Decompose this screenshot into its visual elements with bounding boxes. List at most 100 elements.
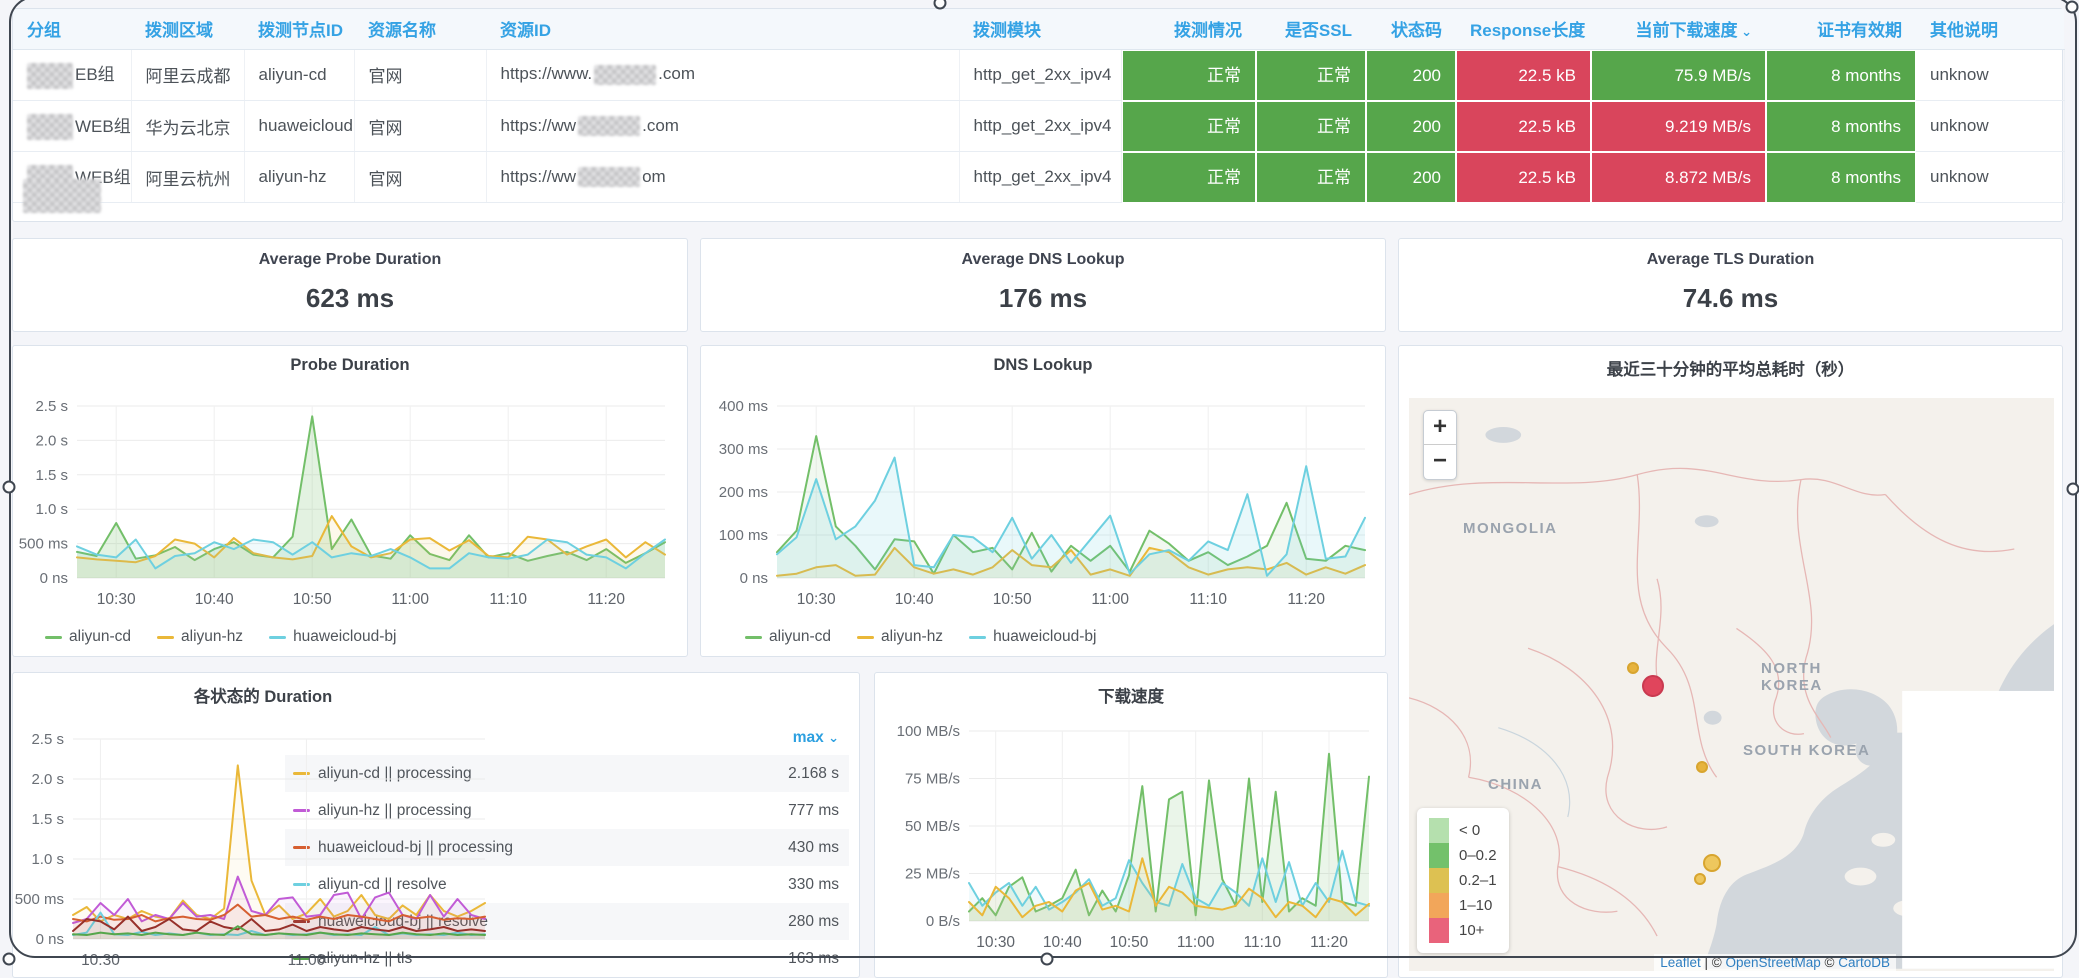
stat-panel-dns-lookup: Average DNS Lookup 176 ms [700, 238, 1386, 332]
map-probe-marker[interactable] [1642, 675, 1664, 697]
legend-bin-label: 1–10 [1459, 893, 1497, 918]
grafana-dashboard: 分组拨测区域拨测节点ID资源名称资源ID拨测模块拨测情况是否SSL状态码Resp… [0, 0, 2079, 978]
legend-color-dash-icon [157, 636, 174, 639]
y-axis-tick: 1.0 s [35, 501, 68, 518]
x-axis-tick: 10:30 [797, 591, 836, 608]
cell-module: http_get_2xx_ipv4 [959, 101, 1121, 152]
attribution-link[interactable]: CartoDB [1838, 955, 1890, 970]
x-axis-tick: 10:50 [1110, 934, 1149, 951]
legend-label: huaweicloud-bj [293, 628, 396, 646]
y-axis-tick: 75 MB/s [905, 771, 960, 788]
panel-title[interactable]: 最近三十分钟的平均总耗时（秒） [1399, 356, 2062, 380]
column-header-note[interactable]: 其他说明 [1916, 9, 2064, 49]
x-axis-tick: 10:30 [81, 952, 120, 969]
column-header-region[interactable]: 拨测区域 [131, 9, 244, 49]
attribution-link[interactable]: Leaflet [1660, 955, 1701, 970]
stat-title: Average DNS Lookup [701, 239, 1385, 269]
x-axis-tick: 11:10 [1189, 591, 1227, 608]
cell-module: http_get_2xx_ipv4 [959, 49, 1121, 101]
y-axis-tick: 1.0 s [31, 851, 64, 868]
x-axis-tick: 10:40 [195, 591, 234, 608]
y-axis-tick: 100 MB/s [897, 723, 960, 740]
cell-group: WEB组 [13, 101, 131, 152]
annotation-handle-left[interactable] [3, 481, 16, 494]
column-header-group[interactable]: 分组 [13, 9, 131, 49]
cell-probe_status: 正常 [1121, 49, 1256, 101]
x-axis-tick: 10:50 [293, 591, 332, 608]
leaflet-map[interactable]: MONGOLIACHINANORTH KOREASOUTH KOREA + − … [1409, 398, 2054, 971]
map-place-label: SOUTH KOREA [1743, 742, 1870, 759]
cell-module: http_get_2xx_ipv4 [959, 152, 1121, 203]
column-header-cert_validity[interactable]: 证书有效期 [1766, 9, 1916, 49]
column-header-probe_status[interactable]: 拨测情况 [1121, 9, 1256, 49]
probe_duration-chart[interactable]: 0 ns500 ms1.0 s1.5 s2.0 s2.5 s10:3010:40… [13, 346, 687, 656]
download-speed-chart-panel: 下载速度 0 B/s25 MB/s50 MB/s75 MB/s100 MB/s1… [874, 672, 1388, 978]
x-axis-tick: 10:30 [97, 591, 136, 608]
column-header-download_speed[interactable]: 当前下载速度 ⌄ [1591, 9, 1766, 49]
legend-swatch [1429, 843, 1449, 868]
column-header-status_code[interactable]: 状态码 [1366, 9, 1456, 49]
x-axis-tick: 11:10 [489, 591, 527, 608]
cell-group: EB组 [13, 49, 131, 101]
redacted-text [27, 114, 73, 140]
column-header-ssl_status[interactable]: 是否SSL [1256, 9, 1366, 49]
download_speed-chart[interactable]: 0 B/s25 MB/s50 MB/s75 MB/s100 MB/s10:301… [875, 673, 1387, 977]
y-axis-tick: 500 ms [15, 891, 64, 908]
annotation-handle-bottom[interactable] [1041, 953, 1054, 966]
legend-label: aliyun-hz [181, 628, 243, 646]
status_duration-chart[interactable]: 0 ns500 ms1.0 s1.5 s2.0 s2.5 s10:3011:00 [13, 673, 859, 977]
annotation-handle-top-right[interactable] [2066, 1, 2079, 14]
cell-ssl_status: 正常 [1256, 49, 1366, 101]
legend-item-aliyun-hz[interactable]: aliyun-hz [857, 628, 943, 646]
y-axis-tick: 100 ms [719, 527, 768, 544]
zoom-out-button[interactable]: − [1424, 445, 1456, 479]
cell-cert_validity: 8 months [1766, 152, 1916, 203]
redacted-text [27, 63, 73, 89]
column-header-node_id[interactable]: 拨测节点ID [244, 9, 354, 49]
legend-item-aliyun-cd[interactable]: aliyun-cd [745, 628, 831, 646]
stat-title: Average Probe Duration [13, 239, 687, 269]
legend-color-dash-icon [857, 636, 874, 639]
map-probe-marker[interactable] [1694, 873, 1706, 885]
cell-status_code: 200 [1366, 101, 1456, 152]
attribution-link[interactable]: OpenStreetMap [1725, 955, 1820, 970]
y-axis-tick: 2.5 s [35, 398, 68, 415]
cell-region: 华为云北京 [131, 101, 244, 152]
stat-value: 623 ms [13, 269, 687, 314]
zoom-in-button[interactable]: + [1424, 411, 1456, 445]
x-axis-tick: 10:40 [895, 591, 934, 608]
column-header-resource_name[interactable]: 资源名称 [354, 9, 486, 49]
probe-duration-chart-panel: Probe Duration 0 ns500 ms1.0 s1.5 s2.0 s… [12, 345, 688, 657]
y-axis-tick: 500 ms [19, 536, 68, 553]
cell-node_id: huaweicloud... [244, 101, 354, 152]
legend-swatch [1429, 868, 1449, 893]
stat-title: Average TLS Duration [1399, 239, 2062, 269]
legend-label: aliyun-cd [769, 628, 831, 646]
redacted-text [578, 116, 640, 136]
map-place-label: MONGOLIA [1463, 520, 1558, 537]
legend-bin-label: 0.2–1 [1459, 868, 1497, 893]
legend-item-aliyun-hz[interactable]: aliyun-hz [157, 628, 243, 646]
map-probe-marker[interactable] [1703, 854, 1721, 872]
attribution-text: © [1821, 955, 1838, 970]
map-probe-marker[interactable] [1696, 761, 1708, 773]
map-probe-marker[interactable] [1627, 662, 1639, 674]
column-header-resource_id[interactable]: 资源ID [486, 9, 959, 49]
legend-swatch [1429, 818, 1449, 843]
legend-item-huaweicloud-bj[interactable]: huaweicloud-bj [969, 628, 1096, 646]
map-panel: 最近三十分钟的平均总耗时（秒） MONGOLIACHINANORTH KOREA… [1398, 345, 2063, 978]
chart-legend: aliyun-cd aliyun-hz huaweicloud-bj [45, 628, 396, 646]
x-axis-tick: 10:50 [993, 591, 1032, 608]
dns_lookup-chart[interactable]: 0 ns100 ms200 ms300 ms400 ms10:3010:4010… [701, 346, 1385, 656]
cell-cert_validity: 8 months [1766, 101, 1916, 152]
legend-item-huaweicloud-bj[interactable]: huaweicloud-bj [269, 628, 396, 646]
cell-cert_validity: 8 months [1766, 49, 1916, 101]
legend-item-aliyun-cd[interactable]: aliyun-cd [45, 628, 131, 646]
column-header-response_length[interactable]: Response长度 [1456, 9, 1591, 49]
cell-response_length: 22.5 kB [1456, 49, 1591, 101]
annotation-handle-bottom-left[interactable] [3, 953, 16, 966]
probe-status-table: 分组拨测区域拨测节点ID资源名称资源ID拨测模块拨测情况是否SSL状态码Resp… [13, 9, 2065, 203]
annotation-handle-right[interactable] [2067, 483, 2079, 496]
y-axis-tick: 50 MB/s [905, 818, 960, 835]
column-header-module[interactable]: 拨测模块 [959, 9, 1121, 49]
